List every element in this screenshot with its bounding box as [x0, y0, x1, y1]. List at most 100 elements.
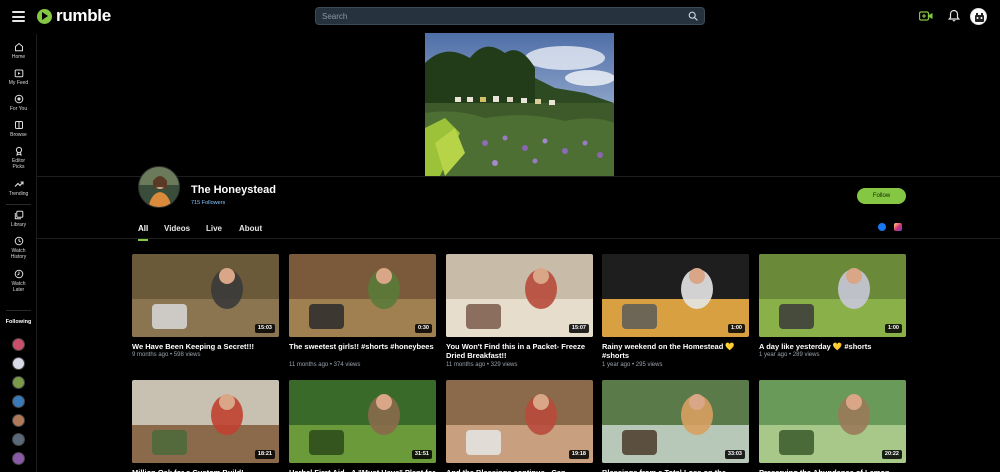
user-avatar[interactable] — [970, 8, 987, 25]
history-icon — [14, 236, 23, 246]
search-icon[interactable] — [688, 11, 698, 21]
video-title[interactable]: Herbal First Aid - A "Must Have" Plant f… — [289, 468, 439, 472]
following-channel-avatar[interactable] — [12, 414, 25, 427]
search-bar — [315, 7, 705, 25]
tab-about[interactable]: About — [239, 222, 262, 239]
video-card[interactable]: 33:03 Blessings from a Total Loss on the — [602, 380, 749, 472]
video-card[interactable]: 15:03 We Have Been Keeping a Secret!!! 9 m… — [132, 254, 279, 369]
sidebar-label-my-feed: My Feed — [8, 80, 29, 86]
following-channel-avatar[interactable] — [12, 452, 25, 465]
sidebar-label-watch-later: Watch Later — [11, 281, 26, 293]
instagram-icon[interactable] — [894, 223, 902, 231]
following-channel-avatar[interactable] — [12, 376, 25, 389]
video-card[interactable]: 20:22 Preserving the Abundance of Lemon — [759, 380, 906, 472]
video-duration: 31:51 — [411, 450, 432, 459]
video-meta: 9 months ago • 598 views — [132, 352, 201, 358]
sidebar-label-trending: Trending — [8, 191, 29, 197]
video-thumbnail[interactable]: 1:00 — [602, 254, 749, 337]
thumbnail-image — [602, 254, 749, 337]
video-thumbnail[interactable]: 20:22 — [759, 380, 906, 463]
channel-banner — [425, 33, 614, 176]
sidebar-item-editor-picks[interactable]: Editor Picks — [0, 146, 37, 170]
following-channel-avatar[interactable] — [12, 433, 25, 446]
trending-icon — [14, 181, 24, 187]
menu-icon[interactable] — [12, 11, 25, 22]
following-channel-avatar[interactable] — [12, 357, 25, 370]
video-thumbnail[interactable]: 31:51 — [289, 380, 436, 463]
video-title[interactable]: A day like yesterday 💛 #shorts — [759, 342, 909, 351]
video-card[interactable]: 19:18 And the Blessings continue - Can — [446, 380, 593, 472]
video-thumbnail[interactable]: 33:03 — [602, 380, 749, 463]
feed-icon — [14, 69, 23, 78]
notifications-bell-icon[interactable] — [948, 9, 960, 22]
video-title[interactable]: Blessings from a Total Loss on the — [602, 468, 752, 472]
sidebar-item-watch-later[interactable]: Watch Later — [0, 269, 37, 293]
sidebar-label-browse: Browse — [10, 132, 27, 138]
video-thumbnail[interactable]: 15:07 — [446, 254, 593, 337]
follow-button[interactable]: Follow — [857, 188, 906, 204]
video-card[interactable]: 15:07 You Won't Find this in a Packet- Fr… — [446, 254, 593, 369]
following-heading: Following — [5, 319, 32, 325]
video-duration: 0:30 — [414, 324, 432, 333]
sidebar-item-my-feed[interactable]: My Feed — [0, 68, 37, 86]
channel-name[interactable]: The Honeystead — [191, 184, 276, 196]
thumbnail-image — [289, 254, 436, 337]
channel-avatar[interactable] — [138, 166, 180, 208]
video-card[interactable]: 0:30 The sweetest girls!! #shorts #honeyb… — [289, 254, 436, 369]
browse-icon — [14, 121, 23, 129]
sidebar-item-library[interactable]: Library — [0, 210, 37, 228]
video-card[interactable]: 31:51 Herbal First Aid - A "Must Have" Pl… — [289, 380, 436, 472]
video-meta: 1 year ago • 295 views — [602, 362, 663, 368]
video-duration: 18:21 — [254, 450, 275, 459]
facebook-icon[interactable] — [878, 223, 886, 231]
header-divider — [37, 176, 1000, 177]
channel-follower-count: 715 Followers — [191, 200, 226, 206]
video-duration: 15:03 — [254, 324, 275, 333]
logo-text: rumble — [56, 6, 111, 25]
video-title[interactable]: You Won't Find this in a Packet- Freeze … — [446, 342, 596, 360]
video-duration: 33:03 — [724, 450, 745, 459]
sidebar-divider — [6, 204, 31, 205]
video-title[interactable]: We Have Been Keeping a Secret!!! — [132, 342, 282, 351]
sidebar-item-home[interactable]: Home — [0, 42, 37, 60]
home-icon — [14, 42, 23, 52]
video-title[interactable]: And the Blessings continue - Can — [446, 468, 596, 472]
for-you-icon — [14, 94, 23, 104]
video-duration: 1:00 — [884, 324, 902, 333]
sidebar-item-watch-history[interactable]: Watch History — [0, 236, 37, 260]
video-duration: 19:18 — [568, 450, 589, 459]
tab-videos[interactable]: Videos — [164, 222, 190, 239]
video-thumbnail[interactable]: 1:00 — [759, 254, 906, 337]
video-title[interactable]: Million Oak for a Custom Build! — [132, 468, 282, 472]
video-meta: 11 months ago • 329 views — [446, 362, 518, 368]
video-card[interactable]: 1:00 A day like yesterday 💛 #shorts 1 year… — [759, 254, 906, 369]
video-meta: 11 months ago • 374 views — [289, 362, 361, 368]
following-channel-avatar[interactable] — [12, 338, 25, 351]
video-thumbnail[interactable]: 0:30 — [289, 254, 436, 337]
video-title[interactable]: Rainy weekend on the Homestead 💛 #shorts — [602, 342, 752, 360]
rumble-logo[interactable]: rumble — [37, 6, 111, 25]
video-card[interactable]: 1:00 Rainy weekend on the Homestead 💛 #sh… — [602, 254, 749, 369]
tab-live[interactable]: Live — [206, 222, 222, 239]
sidebar-item-for-you[interactable]: For You — [0, 94, 37, 112]
following-channel-avatar[interactable] — [12, 395, 25, 408]
rumble-logo-icon — [37, 8, 52, 24]
sidebar-item-trending[interactable]: Trending — [0, 179, 37, 197]
video-thumbnail[interactable]: 18:21 — [132, 380, 279, 463]
search-input[interactable] — [322, 9, 682, 23]
video-meta: 1 year ago • 289 views — [759, 352, 820, 358]
video-thumbnail[interactable]: 19:18 — [446, 380, 593, 463]
tabs-divider — [37, 238, 1000, 239]
video-title[interactable]: Preserving the Abundance of Lemon — [759, 468, 909, 472]
sidebar-label-home: Home — [11, 54, 26, 60]
video-card[interactable]: 18:21 Million Oak for a Custom Build! — [132, 380, 279, 472]
sidebar-label-editor-picks: Editor Picks — [11, 158, 26, 170]
channel-avatar-image — [139, 167, 179, 207]
video-thumbnail[interactable]: 15:03 — [132, 254, 279, 337]
video-title[interactable]: The sweetest girls!! #shorts #honeybees — [289, 342, 439, 351]
top-bar: rumble — [0, 0, 1000, 34]
sidebar-item-browse[interactable]: Browse — [0, 120, 37, 138]
watch-later-icon — [14, 269, 23, 279]
upload-video-icon[interactable] — [919, 11, 933, 21]
sidebar-label-for-you: For You — [9, 106, 28, 112]
